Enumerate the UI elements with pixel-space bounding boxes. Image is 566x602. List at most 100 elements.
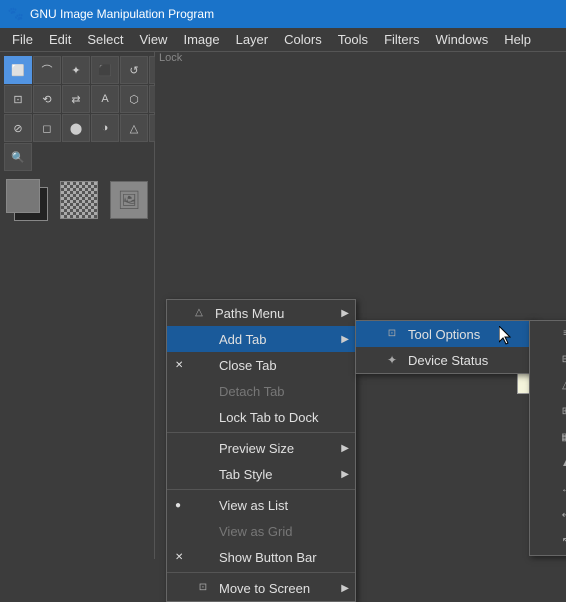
app-icon: 🐾 [8, 6, 24, 22]
menu-item-tab-style[interactable]: Tab Style [167, 461, 355, 487]
context-menu-l3: ≡ Layers ⊟ Channels △ Paths ⊞ Colormap ▦… [529, 320, 566, 556]
menu-item-view-list[interactable]: View as List [167, 492, 355, 518]
tool-dodge[interactable]: ◑ [91, 114, 119, 142]
paths-icon: △ [558, 378, 566, 394]
tool-magnify[interactable]: 🔍 [4, 143, 32, 171]
tool-transform[interactable]: ⟲ [33, 85, 61, 113]
close-tab-label: Close Tab [219, 358, 277, 373]
menu-item-selection-editor[interactable]: ▲ Selection Editor [530, 451, 566, 477]
context-menu-l1: △ Paths Menu Add Tab ✕ Close Tab Detach … [166, 299, 356, 602]
channels-icon: ⊟ [558, 352, 566, 368]
layers-icon: ≡ [558, 326, 566, 342]
preview-size-icon [195, 440, 211, 456]
menu-item-paths-menu[interactable]: △ Paths Menu [167, 300, 355, 326]
add-tab-icon [195, 331, 211, 347]
menu-item-layers[interactable]: ≡ Layers [530, 321, 566, 347]
menu-item-undo-history[interactable]: ↩ Undo History [530, 503, 566, 529]
close-tab-icon: ✕ [175, 360, 183, 371]
menu-select[interactable]: Select [79, 30, 131, 49]
menu-item-move-screen[interactable]: ⊡ Move to Screen [167, 575, 355, 601]
paths-menu-icon: △ [191, 305, 207, 321]
menu-item-preview-size[interactable]: Preview Size [167, 435, 355, 461]
context-menu-l2: ⊡ Tool Options ✦ Device Status [355, 320, 535, 374]
lock-tab-label: Lock Tab to Dock [219, 410, 318, 425]
menu-item-tool-options[interactable]: ⊡ Tool Options [356, 321, 534, 347]
menu-item-colormap[interactable]: ⊞ Colormap [530, 399, 566, 425]
tool-rect-sel2[interactable]: ⬛ [91, 56, 119, 84]
detach-tab-label: Detach Tab [219, 384, 285, 399]
show-button-bar-label: Show Button Bar [219, 550, 317, 565]
device-status-label: Device Status [408, 353, 488, 368]
tool-options-icon: ⊡ [384, 326, 400, 342]
main-layout: ⬜ ⌒ ✦ ⬛ ↺ ✛ ⊡ ⟲ ⇄ A ⬡ ✏ ⊘ ◻ ⬤ ◑ △ ✦ 🔍 [0, 52, 566, 559]
color-swatches[interactable] [6, 179, 46, 221]
tool-options-label: Tool Options [408, 327, 480, 342]
pattern-swatch[interactable] [60, 181, 98, 219]
preview-size-label: Preview Size [219, 441, 294, 456]
color-area: 🖼 [4, 175, 150, 225]
tool-free-select[interactable]: ⌒ [33, 56, 61, 84]
pattern-area [60, 181, 98, 219]
move-screen-icon: ⊡ [195, 580, 211, 596]
title-bar: 🐾 GNU Image Manipulation Program [0, 0, 566, 28]
device-status-icon: ✦ [384, 352, 400, 368]
menu-image[interactable]: Image [175, 30, 227, 49]
menu-item-view-grid: View as Grid [167, 518, 355, 544]
view-grid-label: View as Grid [219, 524, 292, 539]
navigation-icon: ↔ [558, 482, 566, 498]
separator-1 [167, 432, 355, 433]
tool-text[interactable]: A [91, 85, 119, 113]
pointer-icon: ↖ [558, 534, 566, 550]
separator-2 [167, 489, 355, 490]
content-area: Lock △ Paths Menu Add Tab ✕ Close Tab [155, 52, 566, 559]
canvas-preview: 🖼 [110, 181, 148, 219]
colormap-icon: ⊞ [558, 404, 566, 420]
menu-edit[interactable]: Edit [41, 30, 79, 49]
menu-item-detach-tab: Detach Tab [167, 378, 355, 404]
tool-paint[interactable]: ⊘ [4, 114, 32, 142]
tab-style-icon [195, 466, 211, 482]
menu-filters[interactable]: Filters [376, 30, 427, 49]
view-grid-icon [195, 523, 211, 539]
paths-menu-label: Paths Menu [215, 306, 284, 321]
menu-item-device-status[interactable]: ✦ Device Status [356, 347, 534, 373]
foreground-color[interactable] [6, 179, 40, 213]
menu-tools[interactable]: Tools [330, 30, 376, 49]
selection-editor-icon: ▲ [558, 456, 566, 472]
menu-item-show-button-bar[interactable]: Show Button Bar [167, 544, 355, 570]
lock-label: Lock [159, 52, 182, 64]
menu-view[interactable]: View [132, 30, 176, 49]
menu-colors[interactable]: Colors [276, 30, 330, 49]
tool-rotate[interactable]: ↺ [120, 56, 148, 84]
menu-item-close-tab[interactable]: ✕ Close Tab [167, 352, 355, 378]
separator-3 [167, 572, 355, 573]
menu-file[interactable]: File [4, 30, 41, 49]
tool-paths[interactable]: △ [120, 114, 148, 142]
menu-windows[interactable]: Windows [427, 30, 496, 49]
tool-eraser[interactable]: ◻ [33, 114, 61, 142]
menu-item-lock-tab[interactable]: Lock Tab to Dock [167, 404, 355, 430]
tool-crop[interactable]: ⊡ [4, 85, 32, 113]
tool-clone[interactable]: ⬡ [120, 85, 148, 113]
menu-item-paths[interactable]: △ Paths [530, 373, 566, 399]
menu-help[interactable]: Help [496, 30, 539, 49]
close-tab-icon2 [195, 357, 211, 373]
menu-item-navigation[interactable]: ↔ Navigation [530, 477, 566, 503]
menu-layer[interactable]: Layer [228, 30, 277, 49]
menu-item-histogram[interactable]: ▦ Histogram [530, 425, 566, 451]
title-bar-text: GNU Image Manipulation Program [30, 7, 214, 21]
view-list-icon [195, 497, 211, 513]
tool-flip[interactable]: ⇄ [62, 85, 90, 113]
toolbox: ⬜ ⌒ ✦ ⬛ ↺ ✛ ⊡ ⟲ ⇄ A ⬡ ✏ ⊘ ◻ ⬤ ◑ △ ✦ 🔍 [0, 52, 155, 559]
tools-grid: ⬜ ⌒ ✦ ⬛ ↺ ✛ ⊡ ⟲ ⇄ A ⬡ ✏ ⊘ ◻ ⬤ ◑ △ ✦ 🔍 [4, 56, 150, 171]
menu-item-pointer[interactable]: ↖ Pointer [530, 529, 566, 555]
image-preview: 🖼 [110, 181, 148, 219]
menu-item-add-tab[interactable]: Add Tab [167, 326, 355, 352]
detach-tab-icon [195, 383, 211, 399]
tool-fuzzy-select[interactable]: ✦ [62, 56, 90, 84]
tool-rect-select[interactable]: ⬜ [4, 56, 32, 84]
histogram-icon: ▦ [558, 430, 566, 446]
menu-item-channels[interactable]: ⊟ Channels [530, 347, 566, 373]
tool-fill[interactable]: ⬤ [62, 114, 90, 142]
tab-style-label: Tab Style [219, 467, 272, 482]
